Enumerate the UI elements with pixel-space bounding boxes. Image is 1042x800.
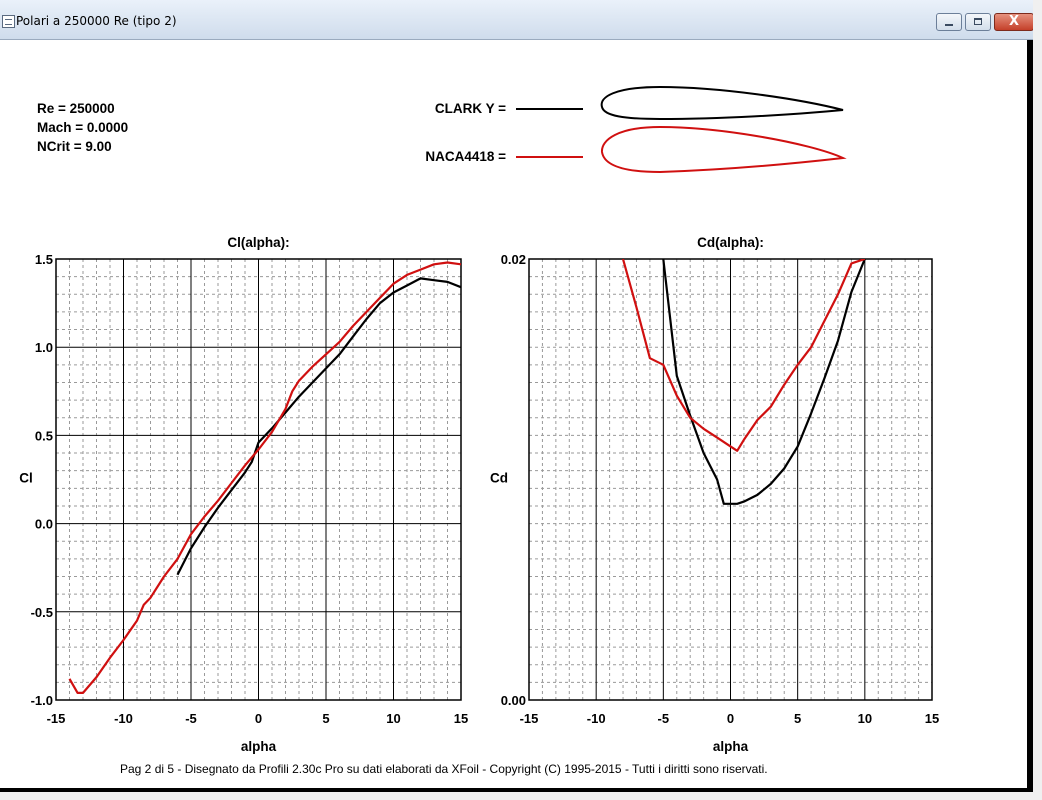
x-tick-label: -15 [47,711,66,726]
series-line-1 [68,261,461,694]
airfoil-shape-clarky [600,85,844,121]
x-tick-label: 5 [322,711,329,726]
y-tick-label: 0.00 [501,693,526,708]
y-tick-label: 0.5 [35,428,53,443]
x-tick-label: 15 [454,711,468,726]
chart-cd [528,258,933,701]
airfoil-shape-naca4418 [601,125,847,174]
x-tick-label: -5 [658,711,670,726]
x-tick-label: 0 [255,711,262,726]
footer-copyright: Pag 2 di 5 - Disegnato da Profili 2.30c … [120,762,768,776]
y-tick-label: 1.0 [35,340,53,355]
y-tick-label: 0.02 [501,252,526,267]
polar-plots: -15 -10 -5 0 5 10 15 -1.0 -0.5 0.0 0.5 1.0 1.5 Cl(alp… [19,85,939,754]
y-tick-label: -1.0 [31,693,53,708]
y-tick-label: -0.5 [31,605,53,620]
x-tick-label: 15 [925,711,939,726]
series-line-0 [662,259,866,505]
x-tick-label: -5 [185,711,197,726]
y-axis-label: Cd [490,471,508,486]
x-tick-label: -10 [114,711,133,726]
x-tick-label: 10 [858,711,872,726]
chart-title: Cd(alpha): [697,235,764,250]
x-axis-label: alpha [713,739,749,754]
chart-title: Cl(alpha): [227,235,289,250]
x-tick-label: -10 [587,711,606,726]
chart-cl [55,258,462,701]
x-axis-label: alpha [241,739,277,754]
y-tick-label: 1.5 [35,252,53,267]
y-tick-label: 0.0 [35,517,53,532]
series-line-0 [176,277,461,576]
x-tick-label: -15 [520,711,539,726]
x-tick-label: 0 [727,711,734,726]
x-tick-label: 5 [794,711,801,726]
x-tick-label: 10 [386,711,400,726]
y-axis-label: Cl [19,471,33,486]
